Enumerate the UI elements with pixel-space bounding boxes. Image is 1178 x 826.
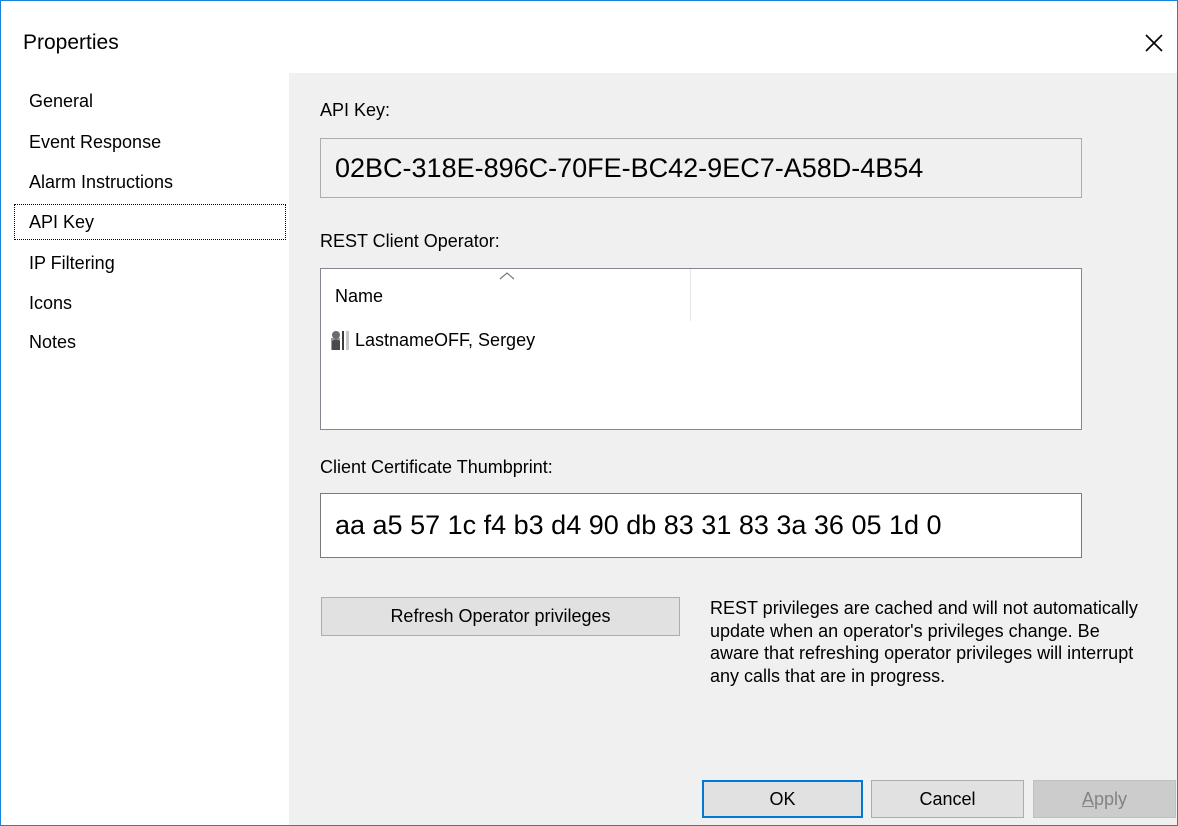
cancel-button[interactable]: Cancel xyxy=(871,780,1024,818)
sort-ascending-icon xyxy=(499,272,515,280)
list-item[interactable]: LastnameOFF, Sergey xyxy=(329,325,535,355)
rest-client-operator-label: REST Client Operator: xyxy=(320,231,500,251)
properties-dialog: Properties General Event Response Alarm … xyxy=(0,0,1178,826)
column-header-name[interactable]: Name xyxy=(321,269,691,321)
refresh-privileges-note: REST privileges are cached and will not … xyxy=(710,598,1138,686)
sidebar-item-notes[interactable]: Notes xyxy=(13,323,287,361)
sidebar: General Event Response Alarm Instruction… xyxy=(1,73,289,825)
sidebar-item-general[interactable]: General xyxy=(13,82,287,120)
ok-button[interactable]: OK xyxy=(702,780,863,818)
sidebar-item-api-key[interactable]: API Key xyxy=(13,203,287,241)
sidebar-item-event-response[interactable]: Event Response xyxy=(13,123,287,161)
apply-access-key: A xyxy=(1081,789,1094,809)
sidebar-item-icons[interactable]: Icons xyxy=(13,284,287,322)
thumbprint-label: Client Certificate Thumbprint: xyxy=(320,457,553,477)
thumbprint-input[interactable]: aa a5 57 1c f4 b3 d4 90 db 83 31 83 3a 3… xyxy=(320,493,1082,558)
dialog-title: Properties xyxy=(23,31,119,54)
rest-client-operator-list[interactable]: Name LastnameOFF, Sergey xyxy=(320,268,1082,430)
close-icon xyxy=(1145,34,1163,52)
sidebar-item-alarm-instructions[interactable]: Alarm Instructions xyxy=(13,163,287,201)
close-button[interactable] xyxy=(1131,21,1177,65)
api-key-label: API Key: xyxy=(320,100,391,120)
refresh-operator-privileges-button[interactable]: Refresh Operator privileges xyxy=(321,597,680,636)
title-bar: Properties xyxy=(1,1,1177,73)
apply-button[interactable]: Apply xyxy=(1033,780,1176,818)
api-key-field[interactable]: 02BC-318E-896C-70FE-BC42-9EC7-A58D-4B54 xyxy=(320,138,1082,198)
user-icon xyxy=(331,331,349,350)
column-header-label: Name xyxy=(335,286,384,306)
apply-label-rest: pply xyxy=(1093,789,1128,809)
operator-name: LastnameOFF, Sergey xyxy=(355,330,536,350)
sidebar-item-ip-filtering[interactable]: IP Filtering xyxy=(13,244,287,282)
